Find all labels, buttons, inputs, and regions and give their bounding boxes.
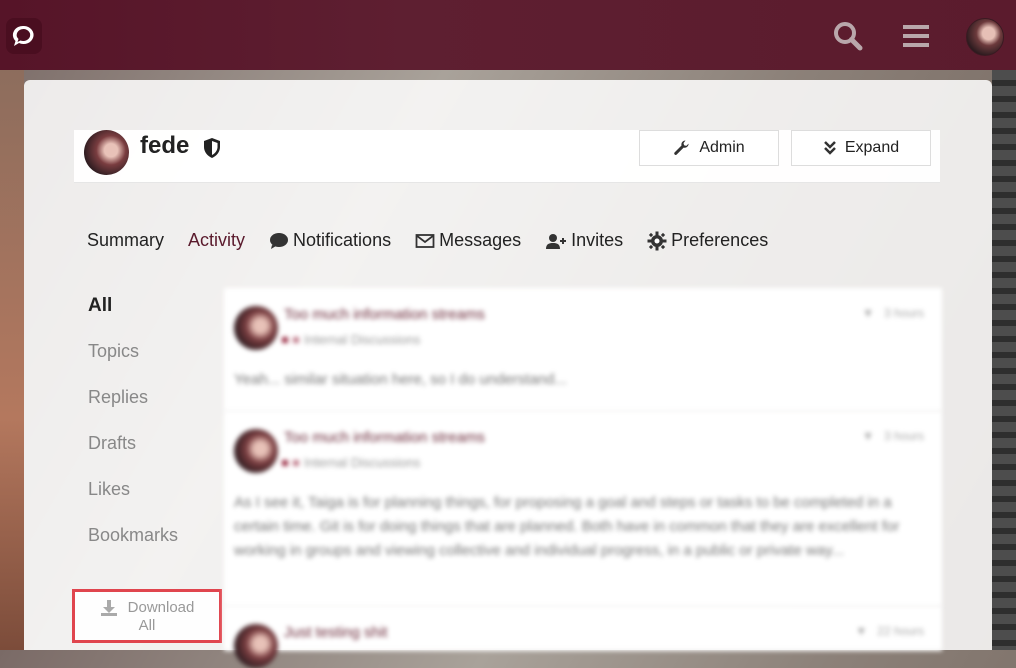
user-profile-card: fede Admin Expand — [74, 130, 940, 183]
tab-notifications-label: Notifications — [293, 230, 392, 250]
post-time: ▼ 3 hours — [862, 429, 924, 443]
background-right — [992, 70, 1016, 650]
tab-preferences-label: Preferences — [671, 230, 769, 250]
post-title[interactable]: Too much information streams — [284, 429, 485, 446]
avatar[interactable] — [84, 130, 129, 175]
wrench-icon — [674, 140, 689, 155]
chevron-down-icon[interactable]: ▼ — [862, 306, 874, 320]
filter-topics[interactable]: Topics — [88, 341, 178, 387]
post-time: ▼ 22 hours — [855, 624, 924, 638]
activity-stream: Too much information streams Internal Di… — [224, 288, 942, 668]
list-item[interactable]: Too much information streams Internal Di… — [224, 411, 942, 607]
post-title[interactable]: Too much information streams — [284, 306, 485, 323]
download-label-line1: Download — [127, 599, 195, 616]
post-excerpt: Yeah... similar situation here, so I do … — [234, 371, 567, 388]
filter-bookmarks[interactable]: Bookmarks — [88, 525, 178, 571]
post-category-label: Internal Discussions — [304, 455, 421, 470]
current-user-avatar[interactable] — [966, 18, 1004, 56]
user-plus-icon — [546, 233, 567, 249]
filter-likes[interactable]: Likes — [88, 479, 178, 525]
avatar[interactable] — [234, 306, 278, 350]
tab-preferences[interactable]: Preferences — [647, 230, 768, 251]
filter-drafts[interactable]: Drafts — [88, 433, 178, 479]
download-icon — [100, 599, 117, 616]
tab-notifications[interactable]: Notifications — [269, 230, 391, 251]
download-label-line2: All — [138, 616, 156, 634]
avatar[interactable] — [234, 624, 278, 668]
post-title[interactable]: Just testing shit — [284, 624, 387, 641]
tab-summary[interactable]: Summary — [87, 230, 164, 251]
double-chevron-down-icon — [823, 141, 836, 155]
admin-button-label: Admin — [699, 139, 745, 156]
post-category[interactable]: Internal Discussions — [282, 332, 420, 347]
tab-invites[interactable]: Invites — [545, 230, 623, 251]
profile-nav: Summary Activity Notifications Messages — [87, 230, 792, 251]
download-all-button[interactable]: Download All — [72, 589, 222, 643]
chevron-down-icon[interactable]: ▼ — [862, 429, 874, 443]
background-left — [0, 70, 24, 650]
expand-button-label: Expand — [844, 139, 900, 156]
avatar[interactable] — [234, 429, 278, 473]
shield-icon — [204, 138, 220, 158]
tab-invites-label: Invites — [571, 230, 624, 250]
chat-bubble-icon — [12, 25, 34, 46]
hamburger-menu-icon — [903, 25, 929, 47]
post-time-label: 22 hours — [877, 624, 924, 638]
post-time: ▼ 3 hours — [862, 306, 924, 320]
post-excerpt: As I see it, Taiga is for planning thing… — [234, 494, 900, 559]
chevron-down-icon[interactable]: ▼ — [855, 624, 867, 638]
tab-summary-label: Summary — [87, 230, 165, 250]
tab-activity[interactable]: Activity — [188, 230, 245, 251]
envelope-icon — [415, 233, 435, 248]
post-category[interactable]: Internal Discussions — [282, 455, 420, 470]
activity-filter-list: All Topics Replies Drafts Likes Bookmark… — [88, 295, 178, 571]
site-logo[interactable] — [6, 18, 42, 54]
filter-all[interactable]: All — [88, 295, 178, 341]
post-category-label: Internal Discussions — [304, 332, 421, 347]
expand-button[interactable]: Expand — [791, 130, 931, 166]
post-time-label: 3 hours — [883, 306, 924, 320]
search-button[interactable] — [832, 20, 864, 52]
list-item[interactable]: Too much information streams Internal Di… — [224, 288, 942, 412]
list-item[interactable]: Just testing shit ▼ 22 hours — [224, 606, 942, 668]
tab-messages-label: Messages — [439, 230, 522, 250]
post-time-label: 3 hours — [883, 429, 924, 443]
site-header — [0, 0, 1016, 70]
main-panel: fede Admin Expand Summary Activity Notif… — [24, 80, 992, 668]
tab-messages[interactable]: Messages — [415, 230, 521, 251]
filter-replies[interactable]: Replies — [88, 387, 178, 433]
comment-icon — [270, 232, 289, 249]
search-icon — [834, 22, 863, 51]
username: fede — [140, 132, 190, 159]
gear-icon — [647, 231, 667, 250]
admin-button[interactable]: Admin — [639, 130, 779, 166]
menu-button[interactable] — [900, 20, 932, 52]
tab-activity-label: Activity — [188, 230, 246, 250]
